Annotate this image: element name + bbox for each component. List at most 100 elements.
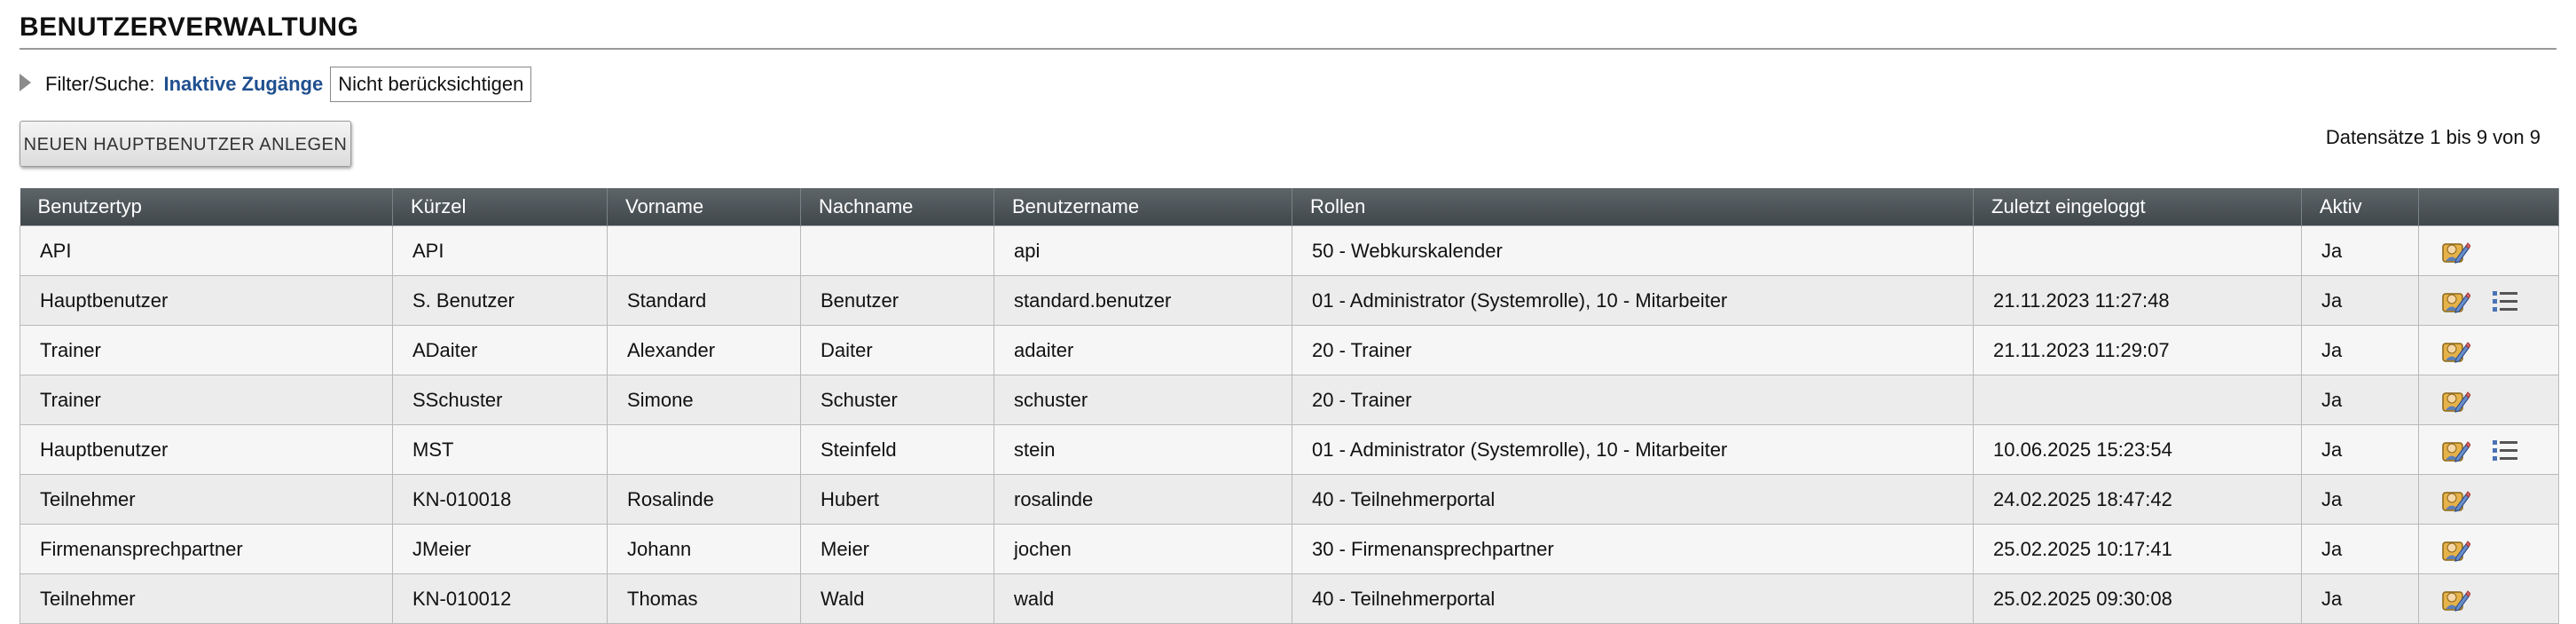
users-table: Benutzertyp Kürzel Vorname Nachname Benu…: [20, 188, 2559, 624]
filter-bar: Filter/Suche: Inaktive Zugänge Nicht ber…: [20, 66, 532, 103]
cell-nachname: Schuster: [800, 375, 994, 425]
cell-benutzername: jochen: [993, 524, 1292, 574]
title-divider: [20, 48, 2556, 50]
row-action-icons: [2439, 336, 2558, 366]
cell-nachname: Steinfeld: [800, 424, 994, 475]
row-action-icons: [2439, 286, 2558, 316]
edit-user-icon[interactable]: [2440, 236, 2471, 266]
filter-value-box[interactable]: Nicht berücksichtigen: [330, 67, 532, 102]
cell-benutzertyp: Hauptbenutzer: [20, 424, 393, 475]
cell-zuletzt-eingeloggt: [1973, 375, 2302, 425]
table-row: Hauptbenutzer MST Steinfeld stein 01 - Admin…: [20, 424, 2559, 475]
column-header-rollen[interactable]: Rollen: [1292, 188, 1974, 226]
filter-label: Filter/Suche:: [45, 73, 155, 95]
row-action-icons: [2439, 485, 2558, 515]
cell-actions: [2418, 424, 2559, 475]
column-header-aktiv[interactable]: Aktiv: [2301, 188, 2419, 226]
cell-kuerzel: ADaiter: [392, 325, 608, 375]
edit-user-icon[interactable]: [2440, 485, 2471, 515]
edit-user-icon[interactable]: [2440, 385, 2471, 415]
cell-kuerzel: JMeier: [392, 524, 608, 574]
edit-user-icon[interactable]: [2440, 286, 2471, 316]
expand-triangle-icon[interactable]: [20, 74, 31, 91]
cell-aktiv: Ja: [2301, 275, 2419, 326]
cell-zuletzt-eingeloggt: 10.06.2025 15:23:54: [1973, 424, 2302, 475]
cell-kuerzel: MST: [392, 424, 608, 475]
cell-benutzertyp: Trainer: [20, 325, 393, 375]
cell-benutzername: api: [993, 225, 1292, 276]
table-row: Hauptbenutzer S. Benutzer Standard Benutzer…: [20, 275, 2559, 326]
cell-nachname: Daiter: [800, 325, 994, 375]
column-header-benutzername[interactable]: Benutzername: [993, 188, 1292, 226]
cell-rollen: 40 - Teilnehmerportal: [1292, 573, 1974, 624]
cell-benutzername: rosalinde: [993, 474, 1292, 525]
records-info: Datensätze 1 bis 9 von 9: [2325, 126, 2541, 148]
table-row: Trainer ADaiter Alexander Daiter adaiter 20 -…: [20, 325, 2559, 375]
cell-aktiv: Ja: [2301, 573, 2419, 624]
cell-actions: [2418, 325, 2559, 375]
table-row: Firmenansprechpartner JMeier Johann Meier jo…: [20, 524, 2559, 574]
cell-zuletzt-eingeloggt: 25.02.2025 10:17:41: [1973, 524, 2302, 574]
cell-rollen: 01 - Administrator (Systemrolle), 10 - M…: [1292, 275, 1974, 326]
cell-vorname: Standard: [607, 275, 801, 326]
cell-vorname: Alexander: [607, 325, 801, 375]
user-management-page: BENUTZERVERWALTUNG Filter/Suche: Inaktiv…: [0, 0, 2576, 624]
cell-zuletzt-eingeloggt: 21.11.2023 11:27:48: [1973, 275, 2302, 326]
table-row: Teilnehmer KN-010012 Thomas Wald wald 40 - Te…: [20, 573, 2559, 624]
cell-actions: [2418, 275, 2559, 326]
edit-user-icon[interactable]: [2440, 435, 2471, 465]
cell-nachname: Hubert: [800, 474, 994, 525]
edit-user-icon[interactable]: [2440, 584, 2471, 614]
cell-benutzername: stein: [993, 424, 1292, 475]
cell-benutzername: schuster: [993, 375, 1292, 425]
cell-vorname: Rosalinde: [607, 474, 801, 525]
cell-kuerzel: SSchuster: [392, 375, 608, 425]
column-header-vorname[interactable]: Vorname: [607, 188, 801, 226]
cell-vorname: [607, 424, 801, 475]
cell-aktiv: Ja: [2301, 375, 2419, 425]
cell-zuletzt-eingeloggt: 24.02.2025 18:47:42: [1973, 474, 2302, 525]
cell-vorname: Simone: [607, 375, 801, 425]
cell-aktiv: Ja: [2301, 524, 2419, 574]
edit-user-icon[interactable]: [2440, 336, 2471, 366]
new-main-user-button[interactable]: NEUEN HAUPTBENUTZER ANLEGEN: [20, 121, 351, 167]
column-header-benutzertyp[interactable]: Benutzertyp: [20, 188, 393, 226]
cell-aktiv: Ja: [2301, 474, 2419, 525]
column-header-nachname[interactable]: Nachname: [800, 188, 994, 226]
cell-zuletzt-eingeloggt: 21.11.2023 11:29:07: [1973, 325, 2302, 375]
cell-rollen: 50 - Webkurskalender: [1292, 225, 1974, 276]
cell-benutzername: standard.benutzer: [993, 275, 1292, 326]
cell-aktiv: Ja: [2301, 424, 2419, 475]
list-icon[interactable]: [2490, 435, 2520, 465]
cell-rollen: 40 - Teilnehmerportal: [1292, 474, 1974, 525]
cell-kuerzel: API: [392, 225, 608, 276]
cell-actions: [2418, 375, 2559, 425]
cell-benutzertyp: Firmenansprechpartner: [20, 524, 393, 574]
edit-user-icon[interactable]: [2440, 534, 2471, 565]
cell-vorname: Thomas: [607, 573, 801, 624]
cell-benutzertyp: Teilnehmer: [20, 474, 393, 525]
cell-nachname: Wald: [800, 573, 994, 624]
filter-inactive-link[interactable]: Inaktive Zugänge: [164, 73, 324, 96]
cell-benutzername: adaiter: [993, 325, 1292, 375]
cell-actions: [2418, 225, 2559, 276]
cell-rollen: 20 - Trainer: [1292, 375, 1974, 425]
column-header-actions: [2418, 188, 2559, 226]
table-row: API API api 50 - Webkurskalender Ja: [20, 225, 2559, 276]
cell-kuerzel: KN-010012: [392, 573, 608, 624]
cell-zuletzt-eingeloggt: [1973, 225, 2302, 276]
cell-nachname: [800, 225, 994, 276]
row-action-icons: [2439, 385, 2558, 415]
cell-nachname: Benutzer: [800, 275, 994, 326]
cell-zuletzt-eingeloggt: 25.02.2025 09:30:08: [1973, 573, 2302, 624]
row-action-icons: [2439, 584, 2558, 614]
column-header-kuerzel[interactable]: Kürzel: [392, 188, 608, 226]
table-header-row: Benutzertyp Kürzel Vorname Nachname Benu…: [20, 188, 2559, 226]
cell-benutzertyp: Trainer: [20, 375, 393, 425]
cell-kuerzel: S. Benutzer: [392, 275, 608, 326]
cell-benutzertyp: Hauptbenutzer: [20, 275, 393, 326]
cell-rollen: 01 - Administrator (Systemrolle), 10 - M…: [1292, 424, 1974, 475]
list-icon[interactable]: [2490, 286, 2520, 316]
column-header-zuletzt-eingeloggt[interactable]: Zuletzt eingeloggt: [1973, 188, 2302, 226]
cell-vorname: [607, 225, 801, 276]
